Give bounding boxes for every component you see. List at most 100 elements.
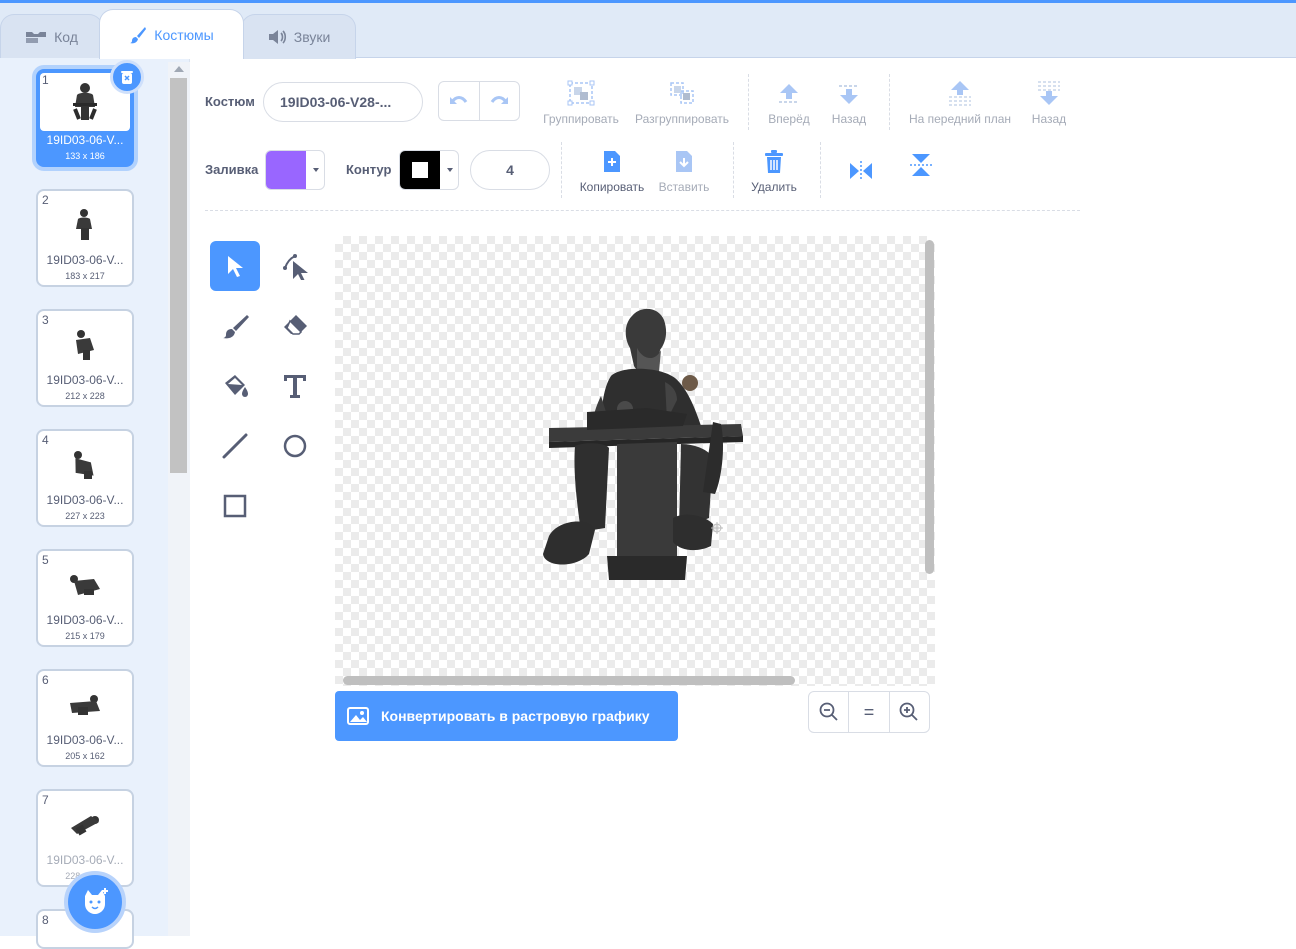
- brush-icon: [223, 315, 249, 339]
- fill-swatch: [266, 151, 306, 189]
- text-tool[interactable]: [270, 361, 320, 411]
- outline-swatch: [400, 151, 440, 189]
- delete-button[interactable]: Удалить: [748, 148, 800, 194]
- zoom-reset-button[interactable]: =: [848, 692, 888, 732]
- outline-color-picker[interactable]: [399, 150, 459, 190]
- toolbar-divider: [733, 142, 734, 198]
- tab-bar: Код Костюмы Звуки: [0, 3, 1296, 59]
- undo-redo-group: [438, 81, 520, 121]
- paint-canvas[interactable]: [335, 236, 935, 686]
- costume-item[interactable]: 2 19ID03-06-V... 183 x 217: [36, 189, 134, 287]
- costume-item[interactable]: 5 19ID03-06-V... 215 x 179: [36, 549, 134, 647]
- tab-code-label: Код: [54, 29, 78, 45]
- costume-number: 8: [42, 913, 49, 927]
- reshape-tool[interactable]: [270, 241, 320, 291]
- bring-to-front-icon: [949, 81, 971, 106]
- backward-button[interactable]: Назад: [824, 80, 874, 126]
- fill-color-picker[interactable]: [265, 150, 325, 190]
- convert-to-bitmap-label: Конвертировать в растровую графику: [381, 708, 650, 724]
- tab-costumes[interactable]: Костюмы: [99, 9, 244, 59]
- costume-item[interactable]: 6 19ID03-06-V... 205 x 162: [36, 669, 134, 767]
- chevron-down-icon: [447, 168, 453, 172]
- outline-width-input[interactable]: 4: [470, 150, 550, 190]
- text-icon: [284, 375, 306, 398]
- costume-size: 183 x 217: [65, 271, 105, 281]
- redo-icon: [491, 96, 509, 104]
- backward-label: Назад: [831, 112, 867, 126]
- cat-plus-icon: [85, 888, 108, 914]
- toolbar-divider: [820, 142, 821, 198]
- canvas-horizontal-scrollbar[interactable]: [343, 676, 795, 685]
- arrow-up-icon: [779, 84, 799, 103]
- outline-label: Контур: [346, 162, 392, 177]
- fill-label: Заливка: [205, 162, 259, 177]
- scrollbar-thumb[interactable]: [170, 78, 187, 473]
- paste-button[interactable]: Вставить: [654, 148, 714, 194]
- group-label: Группировать: [543, 112, 619, 126]
- costume-thumbnail: [38, 801, 132, 849]
- line-tool[interactable]: [210, 421, 260, 471]
- costume-thumbnail: [38, 441, 132, 489]
- costume-size: 205 x 162: [65, 751, 105, 761]
- trash-icon: [765, 150, 783, 173]
- redo-button[interactable]: [478, 82, 520, 120]
- paint-bucket-icon: [225, 375, 248, 397]
- flip-horizontal-button[interactable]: [846, 156, 876, 188]
- rectangle-tool[interactable]: [210, 481, 260, 531]
- costume-name: 19ID03-06-V...: [46, 613, 124, 627]
- speaker-icon: [268, 30, 286, 44]
- forward-button[interactable]: Вперёд: [764, 80, 814, 126]
- bring-to-front-button[interactable]: На передний план: [904, 80, 1016, 126]
- code-blocks-icon: [26, 32, 47, 43]
- costume-name: 19ID03-06-V...: [46, 493, 124, 507]
- canvas-vertical-scrollbar[interactable]: [925, 240, 934, 574]
- ungroup-button[interactable]: Разгруппировать: [634, 80, 730, 126]
- tab-code[interactable]: Код: [0, 14, 103, 59]
- outline-inner-square: [412, 162, 428, 178]
- image-icon: [347, 707, 369, 725]
- forward-label: Вперёд: [768, 112, 810, 126]
- group-icon: [567, 80, 595, 106]
- costume-thumbnail: [38, 201, 132, 249]
- paste-icon: [676, 151, 692, 172]
- zoom-out-icon: [819, 702, 838, 721]
- send-to-back-button[interactable]: Назад: [1024, 80, 1074, 126]
- ungroup-label: Разгруппировать: [634, 112, 729, 126]
- tab-sounds[interactable]: Звуки: [241, 14, 356, 59]
- statue-costume-image: [543, 308, 743, 580]
- zoom-reset-label: =: [863, 701, 875, 722]
- arrow-down-icon: [839, 85, 859, 104]
- scroll-up-arrow-icon[interactable]: [174, 66, 184, 72]
- zoom-controls: =: [808, 691, 930, 733]
- add-costume-button[interactable]: [64, 871, 126, 933]
- ungroup-icon: [670, 82, 694, 104]
- trash-icon: [121, 71, 133, 84]
- costume-name-input[interactable]: 19ID03-06-V28-...: [263, 82, 423, 122]
- copy-button[interactable]: Копировать: [576, 148, 648, 194]
- circle-icon: [283, 434, 307, 458]
- costume-size: 133 x 186: [65, 151, 105, 161]
- costume-item[interactable]: 3 19ID03-06-V... 212 x 228: [36, 309, 134, 407]
- zoom-out-button[interactable]: [809, 692, 848, 732]
- zoom-in-button[interactable]: [888, 692, 929, 732]
- undo-button[interactable]: [439, 82, 479, 120]
- costume-name: 19ID03-06-V...: [46, 733, 124, 747]
- convert-to-bitmap-button[interactable]: Конвертировать в растровую графику: [335, 691, 678, 741]
- brush-tool[interactable]: [210, 301, 260, 351]
- costume-item[interactable]: 4 19ID03-06-V... 227 x 223: [36, 429, 134, 527]
- tab-costumes-label: Костюмы: [154, 26, 214, 43]
- flip-vertical-button[interactable]: [906, 152, 936, 184]
- toolbar-divider: [205, 210, 1080, 211]
- send-to-back-icon: [1038, 81, 1060, 105]
- toolbar-divider: [889, 74, 890, 130]
- eraser-tool[interactable]: [270, 301, 320, 351]
- group-button[interactable]: Группировать: [540, 80, 622, 126]
- fill-tool[interactable]: [210, 361, 260, 411]
- chevron-down-icon: [313, 168, 319, 172]
- paintbrush-icon: [130, 26, 147, 43]
- copy-label: Копировать: [579, 180, 645, 194]
- select-tool[interactable]: [210, 241, 260, 291]
- circle-tool[interactable]: [270, 421, 320, 471]
- costume-thumbnail: [38, 321, 132, 369]
- delete-costume-button[interactable]: [110, 60, 144, 94]
